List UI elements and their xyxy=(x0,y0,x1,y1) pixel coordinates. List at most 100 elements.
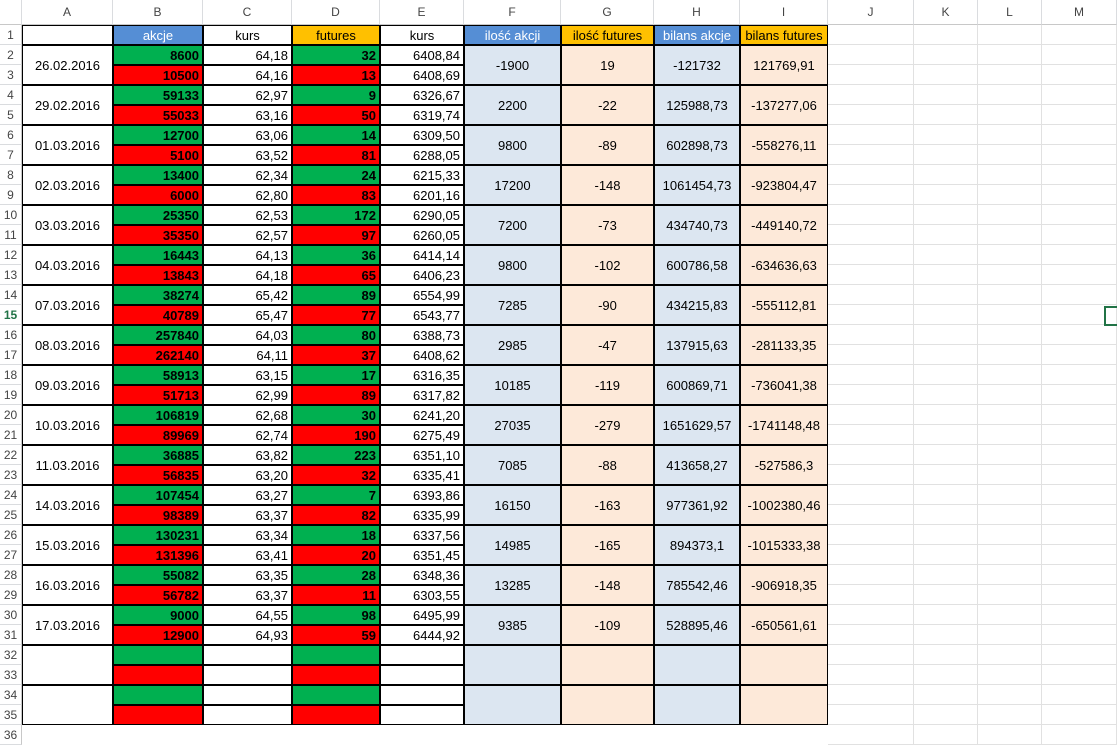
date-cell[interactable]: 09.03.2016 xyxy=(22,365,113,405)
ilosc-futures-cell[interactable]: 19 xyxy=(561,45,654,85)
empty-cell[interactable] xyxy=(828,285,914,305)
empty-cell[interactable] xyxy=(828,565,914,585)
ilosc-akcji-cell[interactable]: 9800 xyxy=(464,245,561,285)
empty-cell[interactable] xyxy=(914,625,978,645)
ilosc-akcji-cell[interactable]: 27035 xyxy=(464,405,561,445)
ilosc-akcji-cell[interactable]: 7285 xyxy=(464,285,561,325)
empty-cell[interactable] xyxy=(828,165,914,185)
empty-cell[interactable] xyxy=(828,425,914,445)
akcje-cell[interactable]: 55082 xyxy=(113,565,203,585)
column-header-l[interactable]: L xyxy=(978,0,1042,25)
kurs-futures-cell[interactable]: 6309,50 xyxy=(380,125,464,145)
empty-cell[interactable] xyxy=(914,665,978,685)
kurs-futures-cell[interactable]: 6215,33 xyxy=(380,165,464,185)
column-header-b[interactable]: B xyxy=(113,0,203,25)
empty-cell[interactable] xyxy=(1042,185,1117,205)
row-header-9[interactable]: 9 xyxy=(0,185,22,205)
bilans-futures-cell[interactable]: -137277,06 xyxy=(740,85,828,125)
bilans-futures-cell[interactable]: -1015333,38 xyxy=(740,525,828,565)
futures-cell[interactable]: 190 xyxy=(292,425,380,445)
empty-cell[interactable] xyxy=(1042,85,1117,105)
bilans-futures-cell[interactable]: -906918,35 xyxy=(740,565,828,605)
date-cell[interactable]: 03.03.2016 xyxy=(22,205,113,245)
futures-cell[interactable]: 20 xyxy=(292,545,380,565)
ilosc-futures-cell[interactable]: -148 xyxy=(561,565,654,605)
akcje-cell[interactable]: 262140 xyxy=(113,345,203,365)
date-cell[interactable]: 14.03.2016 xyxy=(22,485,113,525)
date-cell[interactable]: 04.03.2016 xyxy=(22,245,113,285)
empty-cell[interactable] xyxy=(978,105,1042,125)
kurs-cell[interactable]: 63,16 xyxy=(203,105,292,125)
futures-cell[interactable]: 77 xyxy=(292,305,380,325)
ilosc-futures-cell[interactable]: -89 xyxy=(561,125,654,165)
kurs-futures-cell[interactable]: 6316,35 xyxy=(380,365,464,385)
kurs-futures-cell[interactable]: 6495,99 xyxy=(380,605,464,625)
ilosc-futures-cell[interactable]: -88 xyxy=(561,445,654,485)
empty-cell[interactable] xyxy=(1042,405,1117,425)
empty-cell[interactable] xyxy=(914,425,978,445)
date-cell[interactable]: 11.03.2016 xyxy=(22,445,113,485)
empty-cell[interactable] xyxy=(1042,125,1117,145)
empty-cell[interactable] xyxy=(978,305,1042,325)
kurs-cell[interactable]: 62,57 xyxy=(203,225,292,245)
empty-cell[interactable] xyxy=(1042,145,1117,165)
ilosc-akcji-cell[interactable]: 10185 xyxy=(464,365,561,405)
ilosc-futures-cell[interactable]: -102 xyxy=(561,245,654,285)
empty-cell[interactable] xyxy=(914,265,978,285)
akcje-cell[interactable]: 89969 xyxy=(113,425,203,445)
futures-cell[interactable]: 97 xyxy=(292,225,380,245)
header-h[interactable]: bilans akcje xyxy=(654,25,740,45)
row-header-15[interactable]: 15 xyxy=(0,305,22,325)
kurs-cell[interactable]: 64,11 xyxy=(203,345,292,365)
bilans-akcje-cell[interactable]: 785542,46 xyxy=(654,565,740,605)
empty-cell[interactable] xyxy=(914,185,978,205)
ilosc-akcji-cell[interactable]: 17200 xyxy=(464,165,561,205)
empty-cell[interactable] xyxy=(978,505,1042,525)
bilans-akcje-cell[interactable]: 413658,27 xyxy=(654,445,740,485)
empty-cell[interactable] xyxy=(914,145,978,165)
empty-cell[interactable] xyxy=(828,645,914,665)
ilosc-akcji-cell[interactable]: 2200 xyxy=(464,85,561,125)
empty-cell[interactable] xyxy=(828,385,914,405)
row-header-32[interactable]: 32 xyxy=(0,645,22,665)
ilosc-futures-cell[interactable]: -165 xyxy=(561,525,654,565)
column-header-m[interactable]: M xyxy=(1042,0,1117,25)
empty-cell[interactable] xyxy=(914,445,978,465)
empty-cell[interactable] xyxy=(914,285,978,305)
empty-cell[interactable] xyxy=(914,105,978,125)
kurs-futures-cell[interactable]: 6290,05 xyxy=(380,205,464,225)
empty-cell[interactable] xyxy=(914,245,978,265)
bilans-akcje-cell[interactable]: 602898,73 xyxy=(654,125,740,165)
column-header-f[interactable]: F xyxy=(464,0,561,25)
akcje-cell[interactable] xyxy=(113,705,203,725)
empty-cell[interactable] xyxy=(914,365,978,385)
futures-cell[interactable]: 7 xyxy=(292,485,380,505)
akcje-cell[interactable]: 55033 xyxy=(113,105,203,125)
bilans-futures-cell[interactable]: -650561,61 xyxy=(740,605,828,645)
row-header-20[interactable]: 20 xyxy=(0,405,22,425)
date-cell[interactable]: 02.03.2016 xyxy=(22,165,113,205)
kurs-cell[interactable]: 62,97 xyxy=(203,85,292,105)
empty-cell[interactable] xyxy=(828,525,914,545)
empty-cell[interactable] xyxy=(828,605,914,625)
akcje-cell[interactable]: 106819 xyxy=(113,405,203,425)
empty-cell[interactable] xyxy=(1042,725,1117,745)
ilosc-akcji-cell[interactable] xyxy=(464,685,561,725)
empty-cell[interactable] xyxy=(828,685,914,705)
empty-cell[interactable] xyxy=(828,305,914,325)
kurs-futures-cell[interactable] xyxy=(380,705,464,725)
row-header-25[interactable]: 25 xyxy=(0,505,22,525)
kurs-cell[interactable]: 64,18 xyxy=(203,265,292,285)
row-header-3[interactable]: 3 xyxy=(0,65,22,85)
bilans-akcje-cell[interactable]: -121732 xyxy=(654,45,740,85)
empty-cell[interactable] xyxy=(914,685,978,705)
bilans-futures-cell[interactable]: -558276,11 xyxy=(740,125,828,165)
empty-cell[interactable] xyxy=(828,105,914,125)
empty-cell[interactable] xyxy=(828,185,914,205)
column-header-g[interactable]: G xyxy=(561,0,654,25)
ilosc-futures-cell[interactable]: -109 xyxy=(561,605,654,645)
futures-cell[interactable]: 223 xyxy=(292,445,380,465)
kurs-cell[interactable]: 62,99 xyxy=(203,385,292,405)
row-header-4[interactable]: 4 xyxy=(0,85,22,105)
akcje-cell[interactable]: 16443 xyxy=(113,245,203,265)
